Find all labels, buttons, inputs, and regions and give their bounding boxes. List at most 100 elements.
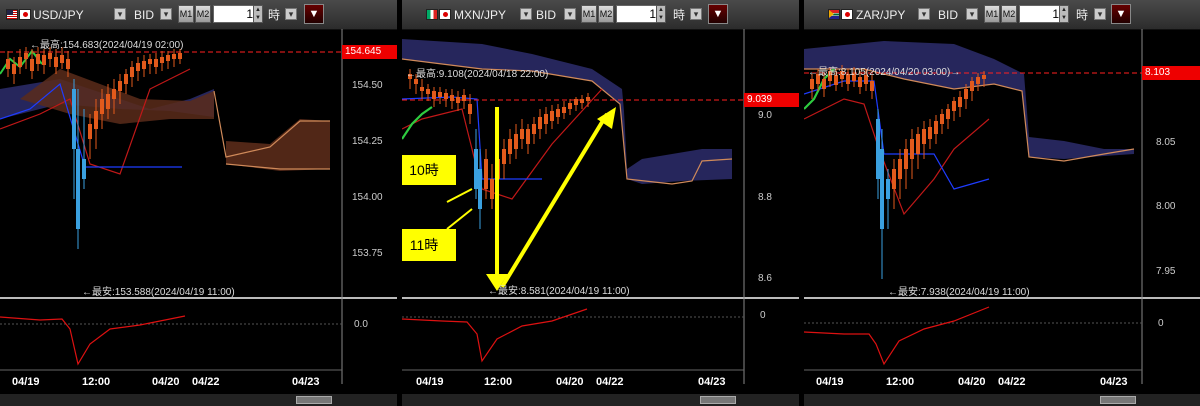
candle-body xyxy=(474,149,478,189)
candle-body xyxy=(88,124,92,139)
x-date-label: 04/23 xyxy=(698,376,726,388)
y-tick: 153.75 xyxy=(352,248,383,259)
horizontal-scrollbar[interactable] xyxy=(0,394,397,406)
period-stepper[interactable]: ▲ ▼ xyxy=(656,5,666,23)
candle-body xyxy=(462,95,466,101)
y-tick: 8.8 xyxy=(758,192,772,203)
candle-body xyxy=(66,59,70,69)
period-stepper[interactable]: ▲ ▼ xyxy=(253,5,263,23)
candle-body xyxy=(112,89,116,99)
pair-dropdown[interactable]: ▾ xyxy=(520,8,532,20)
candle-body xyxy=(916,134,920,154)
candle-body xyxy=(426,89,430,94)
candle-body xyxy=(958,97,962,107)
candle-body xyxy=(520,129,524,139)
candle-body xyxy=(130,67,134,77)
pair-label: USD/JPY xyxy=(33,7,84,22)
price-type-dropdown[interactable]: ▾ xyxy=(160,8,172,20)
low-annotation: ←最安:7.938(2024/04/19 11:00) xyxy=(888,287,1030,298)
candle-body xyxy=(148,59,152,64)
x-date-label: 04/20 xyxy=(152,376,180,388)
x-date-label: 04/23 xyxy=(1100,376,1128,388)
candle-body xyxy=(54,57,58,67)
horizontal-scrollbar[interactable] xyxy=(402,394,799,406)
candle-body xyxy=(532,124,536,134)
candle-body xyxy=(886,179,890,199)
callout-10: 10時 xyxy=(402,155,456,185)
candle-body xyxy=(982,75,986,79)
m1-button[interactable]: M1 xyxy=(984,5,1000,23)
chart-area[interactable] xyxy=(0,29,397,394)
candle-body xyxy=(42,55,46,65)
period-unit-dropdown[interactable]: ▾ xyxy=(1094,8,1106,20)
currency-flags-icon xyxy=(6,9,31,20)
period-unit-dropdown[interactable]: ▾ xyxy=(690,8,702,20)
jp-flag-icon xyxy=(841,9,853,20)
y-tick: 7.95 xyxy=(1156,266,1176,277)
candle-body xyxy=(870,81,874,91)
scrollbar-thumb[interactable] xyxy=(1100,396,1136,404)
m1-button[interactable]: M1 xyxy=(178,5,194,23)
candle-body xyxy=(550,111,554,121)
candle-body xyxy=(526,129,530,144)
x-date-label: 12:00 xyxy=(484,376,513,388)
spin-up-icon[interactable]: ▲ xyxy=(1061,7,1067,13)
m2-button[interactable]: M2 xyxy=(195,5,211,23)
low-annotation: ←最安:153.588(2024/04/19 11:00) xyxy=(82,287,235,298)
pair-label: MXN/JPY xyxy=(454,7,507,22)
x-date-label: 04/22 xyxy=(596,376,624,388)
scrollbar-thumb[interactable] xyxy=(700,396,736,404)
spin-up-icon[interactable]: ▲ xyxy=(658,7,664,13)
y-tick: 9.0 xyxy=(758,110,772,121)
candle-body xyxy=(538,117,542,129)
period-input[interactable]: 1 xyxy=(616,5,660,23)
spin-down-icon[interactable]: ▼ xyxy=(658,15,664,21)
period-unit-label: 時 xyxy=(673,8,686,22)
candle-body xyxy=(106,94,110,109)
chart-menu-button[interactable]: ▼ xyxy=(304,4,324,24)
candle-body xyxy=(898,159,902,179)
price-type-dropdown[interactable]: ▾ xyxy=(966,8,978,20)
chart-toolbar: USD/JPY ▾ BID ▾ M1 M2 1 ▲ ▼ 時 ▾ ▼ xyxy=(0,0,397,30)
pair-dropdown[interactable]: ▾ xyxy=(114,8,126,20)
spin-down-icon[interactable]: ▼ xyxy=(1061,15,1067,21)
pair-dropdown[interactable]: ▾ xyxy=(918,8,930,20)
price-type-dropdown[interactable]: ▾ xyxy=(564,8,576,20)
candle-body xyxy=(880,149,884,229)
candle-body xyxy=(876,119,880,179)
m1-button[interactable]: M1 xyxy=(581,5,597,23)
panel-mxnjpy: MXN/JPY ▾ BID ▾ M1 M2 1 ▲ ▼ 時 ▾ ▼ ←最高:9.… xyxy=(402,0,799,406)
x-date-label: 04/19 xyxy=(416,376,444,388)
candle-body xyxy=(160,57,164,63)
period-unit-dropdown[interactable]: ▾ xyxy=(285,8,297,20)
m2-button[interactable]: M2 xyxy=(598,5,614,23)
chart-area[interactable] xyxy=(804,29,1200,394)
candle-body xyxy=(514,134,518,149)
spin-up-icon[interactable]: ▲ xyxy=(255,7,261,13)
current-price-tag: 154.645 xyxy=(342,45,397,59)
m2-button[interactable]: M2 xyxy=(1001,5,1017,23)
candle-body xyxy=(94,111,98,129)
spin-down-icon[interactable]: ▼ xyxy=(255,15,261,21)
period-input[interactable]: 1 xyxy=(1019,5,1063,23)
period-input[interactable]: 1 xyxy=(213,5,257,23)
candle-body xyxy=(432,91,436,99)
horizontal-scrollbar[interactable] xyxy=(804,394,1200,406)
oscillator-zero-label: 0.0 xyxy=(354,319,368,330)
candle-body xyxy=(12,64,16,74)
candle-body xyxy=(976,77,980,84)
candle-body xyxy=(508,139,512,154)
candle-body xyxy=(60,55,64,63)
candle-body xyxy=(456,97,460,103)
candle-body xyxy=(490,179,494,199)
chart-area[interactable] xyxy=(402,29,799,394)
candle-body xyxy=(822,79,826,89)
chart-menu-button[interactable]: ▼ xyxy=(1111,4,1131,24)
candle-body xyxy=(574,99,578,105)
period-stepper[interactable]: ▲ ▼ xyxy=(1059,5,1069,23)
candle-body xyxy=(892,169,896,189)
chart-menu-button[interactable]: ▼ xyxy=(708,4,728,24)
scrollbar-thumb[interactable] xyxy=(296,396,332,404)
panel-usdjpy: USD/JPY ▾ BID ▾ M1 M2 1 ▲ ▼ 時 ▾ ▼ ←最高:15… xyxy=(0,0,397,406)
candle-body xyxy=(172,54,176,59)
